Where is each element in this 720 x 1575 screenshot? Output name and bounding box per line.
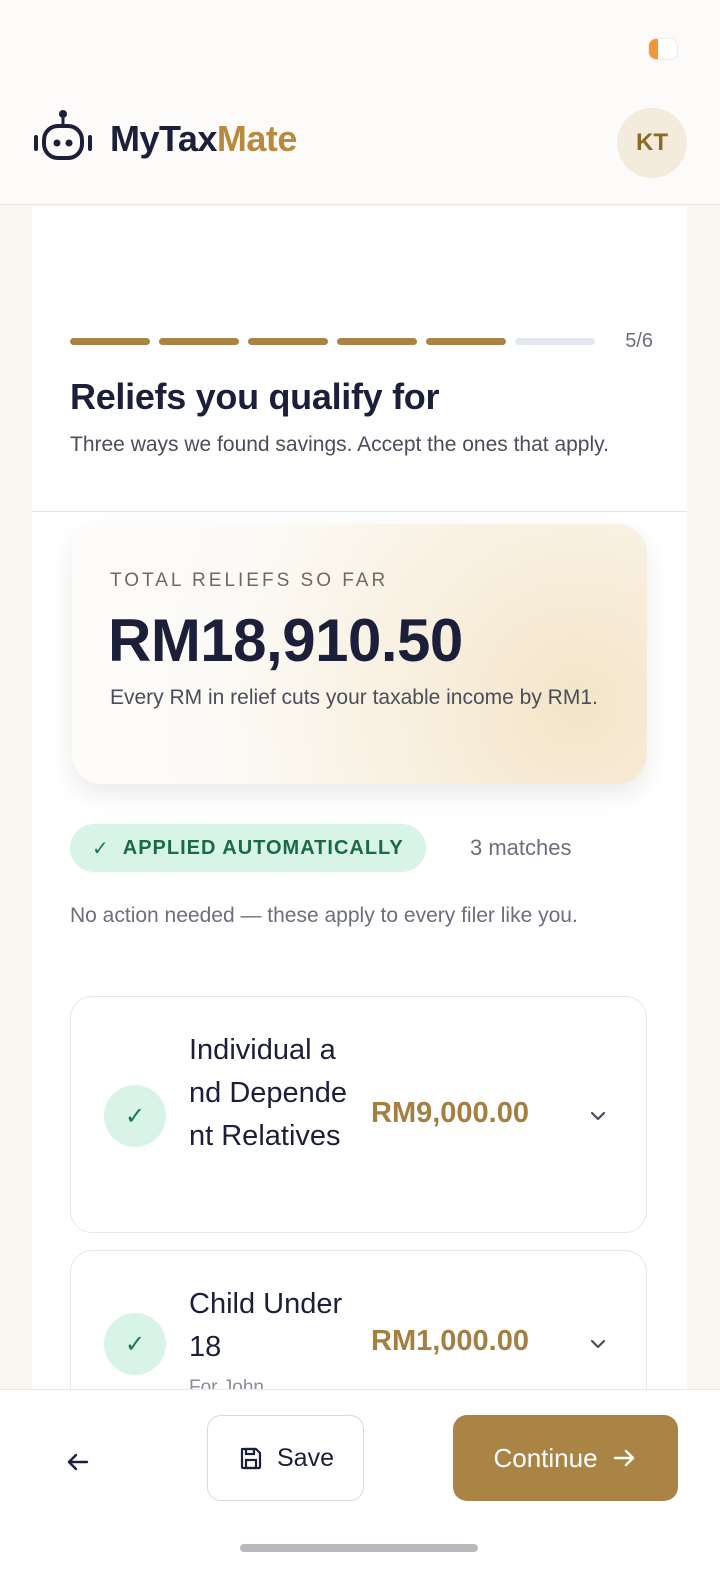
main-content: 5/6 Reliefs you qualify for Three ways w… bbox=[32, 206, 687, 1390]
progress-segment bbox=[515, 338, 595, 345]
chevron-down-icon[interactable] bbox=[584, 1102, 612, 1130]
applied-section-header: ✓ APPLIED AUTOMATICALLY 3 matches bbox=[70, 824, 650, 872]
logo-text-mate: Mate bbox=[216, 118, 298, 159]
avatar[interactable]: KT bbox=[617, 108, 687, 178]
check-icon: ✓ bbox=[104, 1313, 166, 1375]
footer-action-bar: Save Continue bbox=[0, 1389, 720, 1575]
relief-amount: RM9,000.00 bbox=[371, 1097, 529, 1129]
match-count: 3 matches bbox=[470, 835, 572, 860]
page-title: Reliefs you qualify for bbox=[70, 376, 440, 417]
continue-button[interactable]: Continue bbox=[453, 1415, 678, 1501]
total-reliefs-label: TOTAL RELIEFS SO FAR bbox=[110, 570, 389, 591]
progress-segment bbox=[337, 338, 417, 345]
applied-note: No action needed — these apply to every … bbox=[70, 904, 578, 927]
floppy-disk-icon bbox=[240, 1447, 262, 1470]
app-logo[interactable]: MyTaxMate bbox=[110, 118, 297, 160]
app-header: MyTaxMate KT bbox=[0, 80, 720, 205]
relief-card[interactable]: ✓ Individual and Dependent Relatives RM9… bbox=[70, 996, 647, 1233]
chevron-down-icon[interactable] bbox=[584, 1330, 612, 1358]
total-reliefs-card: TOTAL RELIEFS SO FAR RM18,910.50 Every R… bbox=[72, 524, 647, 784]
check-icon: ✓ bbox=[92, 837, 109, 860]
progress-segment bbox=[159, 338, 239, 345]
relief-card[interactable]: ✓ Child Under 18 For John RM1,000.00 bbox=[70, 1250, 647, 1390]
applied-badge: ✓ APPLIED AUTOMATICALLY bbox=[70, 824, 426, 872]
save-button[interactable]: Save bbox=[207, 1415, 364, 1501]
back-button[interactable] bbox=[54, 1438, 102, 1486]
home-indicator[interactable] bbox=[240, 1544, 478, 1552]
page-subtitle: Three ways we found savings. Accept the … bbox=[70, 433, 609, 456]
arrow-left-icon bbox=[67, 1453, 89, 1471]
total-reliefs-amount: RM18,910.50 bbox=[108, 607, 463, 674]
battery-icon bbox=[648, 38, 678, 60]
step-progress: 5/6 bbox=[70, 330, 653, 352]
relief-name: Individual and Dependent Relatives bbox=[189, 1034, 348, 1152]
robot-icon bbox=[34, 110, 92, 160]
status-bar bbox=[0, 0, 720, 80]
continue-button-label: Continue bbox=[493, 1442, 598, 1473]
step-counter: 5/6 bbox=[625, 330, 653, 352]
progress-segment bbox=[248, 338, 328, 345]
relief-name: Child Under 18 bbox=[189, 1288, 343, 1363]
save-button-label: Save bbox=[277, 1443, 334, 1472]
total-reliefs-description: Every RM in relief cuts your taxable inc… bbox=[110, 686, 598, 709]
divider bbox=[32, 511, 687, 512]
progress-segment bbox=[70, 338, 150, 345]
arrow-right-icon bbox=[613, 1449, 634, 1467]
relief-amount: RM1,000.00 bbox=[371, 1325, 529, 1357]
applied-badge-label: APPLIED AUTOMATICALLY bbox=[122, 836, 404, 859]
check-icon: ✓ bbox=[104, 1085, 166, 1147]
logo-text-mytax: MyTax bbox=[110, 118, 217, 159]
progress-segment bbox=[426, 338, 506, 345]
